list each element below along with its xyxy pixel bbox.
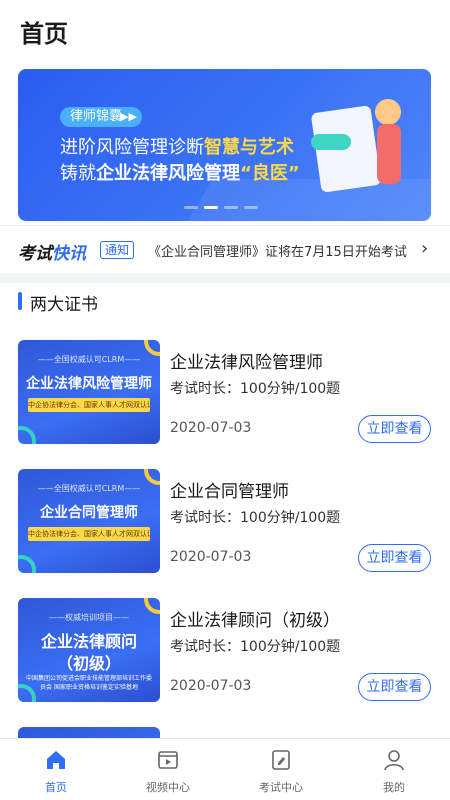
publish-date: 2020-07-03 [170, 678, 252, 694]
news-ticker-text[interactable]: 《企业合同管理师》证将在7月15日开始考试 [148, 241, 407, 260]
exam-duration: 考试时长：100分钟/100题 [170, 639, 341, 655]
certificate-thumbnail[interactable]: ——全国权威认可CLRM—— 企业法律风险管理师 中企协法律分会、国家人事人才网… [18, 340, 160, 444]
view-now-button[interactable]: 立即查看 [358, 544, 431, 572]
thumbnail-title: 企业合同管理师 [40, 505, 138, 521]
certificate-thumbnail[interactable]: ——全国权威认可CLRM—— 企业合同管理师 中企协法律分会、国家人事人才网双认… [18, 469, 160, 573]
header: 首页 [0, 0, 450, 66]
exam-duration: 考试时长：100分钟/100题 [170, 510, 341, 526]
view-now-button[interactable]: 立即查看 [358, 415, 431, 443]
view-now-button[interactable]: 立即查看 [358, 673, 431, 701]
bottom-tab-bar: 首页 视频中心 考试中心 我的 [0, 738, 450, 800]
banner-dot[interactable] [244, 206, 258, 209]
certificate-card[interactable]: ——全国权威认可CLRM—— 企业合同管理师 中企协法律分会、国家人事人才网双认… [18, 469, 432, 575]
tab-label: 考试中心 [259, 781, 303, 794]
thumbnail-subtitle: ——全国权威认可CLRM—— [37, 355, 141, 364]
thumbnail-title: 企业法律风险管理师 [26, 376, 152, 392]
certificate-title[interactable]: 企业合同管理师 [170, 477, 289, 502]
tab-label: 首页 [45, 781, 67, 794]
thumbnail-decoration [18, 555, 36, 573]
tab-mine[interactable]: 我的 [338, 739, 450, 800]
banner-line1-text: 进阶风险管理诊断 [60, 137, 204, 158]
notice-badge: 通知 [100, 241, 135, 259]
banner-headline-1: 进阶风险管理诊断智慧与艺术 [60, 133, 294, 159]
thumbnail-band: 中企协法律分会、国家人事人才网双认证 [28, 398, 150, 412]
banner-pagination [184, 206, 258, 209]
banner-line1-highlight: 智慧与艺术 [204, 137, 294, 158]
banner-dot-active[interactable] [204, 206, 218, 209]
certificate-thumbnail[interactable] [18, 727, 160, 738]
certificate-card-partial[interactable] [18, 727, 432, 738]
banner-tag: 律师锦囊 ▶▶ [60, 107, 143, 127]
thumbnail-subtitle: ——权威培训项目—— [49, 613, 129, 622]
news-logo-part-b: 快讯 [52, 244, 86, 264]
banner-line2-text: 铸就 [60, 163, 96, 184]
banner-decoration [311, 134, 351, 150]
banner-line2-highlight: “良医” [240, 163, 300, 184]
tab-exam-center[interactable]: 考试中心 [225, 739, 337, 800]
thumbnail-decoration [18, 426, 36, 444]
section-accent-bar [18, 292, 22, 310]
banner-headline-2: 铸就企业法律风险管理“良医” [60, 159, 300, 185]
section-title: 两大证书 [30, 295, 98, 315]
tab-video-center[interactable]: 视频中心 [112, 739, 224, 800]
exam-news-logo: 考试快讯 [18, 239, 86, 264]
home-icon [47, 751, 65, 769]
user-icon [384, 750, 404, 771]
certificate-card[interactable]: ——全国权威认可CLRM—— 企业法律风险管理师 中企协法律分会、国家人事人才网… [18, 340, 432, 446]
promo-banner[interactable]: 律师锦囊 ▶▶ 进阶风险管理诊断智慧与艺术 铸就企业法律风险管理“良医” [18, 69, 431, 221]
banner-person-head-illustration [375, 99, 401, 125]
tab-home[interactable]: 首页 [0, 739, 112, 800]
thumbnail-title: 企业法律顾问 [40, 632, 137, 651]
publish-date: 2020-07-03 [170, 549, 252, 565]
thumbnail-title-line2: （初级） [56, 654, 121, 673]
video-icon [158, 751, 178, 769]
certificate-title[interactable]: 企业法律风险管理师 [170, 348, 323, 373]
banner-dot[interactable] [184, 206, 198, 209]
section-divider [0, 273, 450, 283]
banner-decoration [183, 179, 431, 221]
banner-line2-bold: 企业法律风险管理 [96, 163, 240, 184]
certificate-card[interactable]: ——权威培训项目—— 企业法律顾问 （初级） 中国集团公司促进会职业技能管理部培… [18, 598, 432, 704]
tab-label: 我的 [383, 781, 405, 794]
certificate-title[interactable]: 企业法律顾问（初级） [170, 606, 340, 631]
publish-date: 2020-07-03 [170, 420, 252, 436]
thumbnail-band: 中企协法律分会、国家人事人才网双认证 [28, 527, 150, 541]
banner-person-body-illustration [377, 124, 401, 184]
exam-icon [272, 750, 290, 770]
chevron-right-icon[interactable]: › [421, 238, 428, 259]
exam-duration: 考试时长：100分钟/100题 [170, 381, 341, 397]
banner-tag-label: 律师锦囊 [70, 109, 123, 124]
double-arrow-icon: ▶▶ [120, 110, 138, 123]
page-title: 首页 [20, 20, 68, 48]
thumbnail-subtitle: ——全国权威认可CLRM—— [37, 484, 141, 493]
news-logo-part-a: 考试 [18, 244, 52, 264]
tab-label: 视频中心 [146, 781, 190, 794]
exam-news-bar[interactable]: 考试快讯 通知 《企业合同管理师》证将在7月15日开始考试 › [0, 225, 450, 273]
thumbnail-footnote: 中国集团公司促进会职业技能管理部培训工作委员会 国家职业资格培训鉴定实验基地 [26, 675, 153, 691]
banner-dot[interactable] [224, 206, 238, 209]
certificate-thumbnail[interactable]: ——权威培训项目—— 企业法律顾问 （初级） 中国集团公司促进会职业技能管理部培… [18, 598, 160, 702]
